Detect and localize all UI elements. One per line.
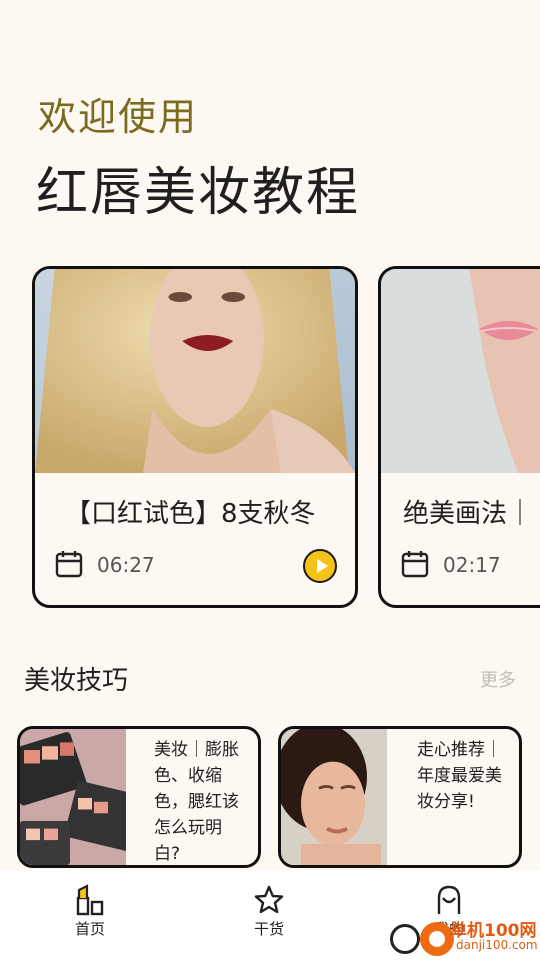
nav-item-home[interactable]: 首页	[50, 884, 130, 939]
video-title: 绝美画法｜	[403, 499, 534, 529]
nav-label-tips: 干货	[253, 920, 284, 938]
star-icon	[254, 885, 284, 914]
nav-label-home: 首页	[74, 920, 105, 938]
section-title: 美妆技巧	[24, 666, 129, 696]
video-duration: 02:17	[443, 553, 501, 577]
play-icon[interactable]	[303, 549, 337, 583]
video-card[interactable]: 【口红试色】8支秋冬 06:27	[32, 266, 358, 608]
app-title: 红唇美妆教程	[36, 163, 361, 223]
tip-text: 走心推荐｜年度最爱美妆分享!	[417, 740, 502, 812]
watermark-url: danji100.com	[456, 938, 538, 952]
video-thumbnail	[35, 269, 355, 473]
watermark-badge-icon	[420, 922, 454, 956]
tip-text: 美妆｜膨胀色、收缩色，腮红该怎么玩明白?	[154, 740, 239, 864]
video-title: 【口红试色】8支秋冬	[65, 499, 316, 529]
plus-circle-icon	[390, 924, 420, 954]
video-card[interactable]: 绝美画法｜ 02:17	[378, 266, 540, 608]
tip-card[interactable]: 美妆｜膨胀色、收缩色，腮红该怎么玩明白?	[17, 726, 261, 868]
tip-card[interactable]: 走心推荐｜年度最爱美妆分享!	[278, 726, 522, 868]
video-duration: 06:27	[97, 553, 155, 577]
nav-item-tips[interactable]: 干货	[229, 884, 309, 939]
calendar-icon	[55, 551, 83, 578]
welcome-text: 欢迎使用	[38, 95, 199, 139]
more-link[interactable]: 更多	[480, 666, 516, 692]
tip-image	[281, 729, 387, 865]
profile-icon	[437, 885, 461, 914]
video-carousel[interactable]: 【口红试色】8支秋冬 06:27 绝美画法｜ 02:17	[0, 266, 540, 614]
tip-image	[20, 729, 126, 865]
lipstick-icon	[76, 884, 104, 916]
watermark-logo: 单机100网 danji100.com	[390, 916, 540, 960]
video-thumbnail	[381, 269, 540, 473]
calendar-icon	[401, 551, 429, 578]
